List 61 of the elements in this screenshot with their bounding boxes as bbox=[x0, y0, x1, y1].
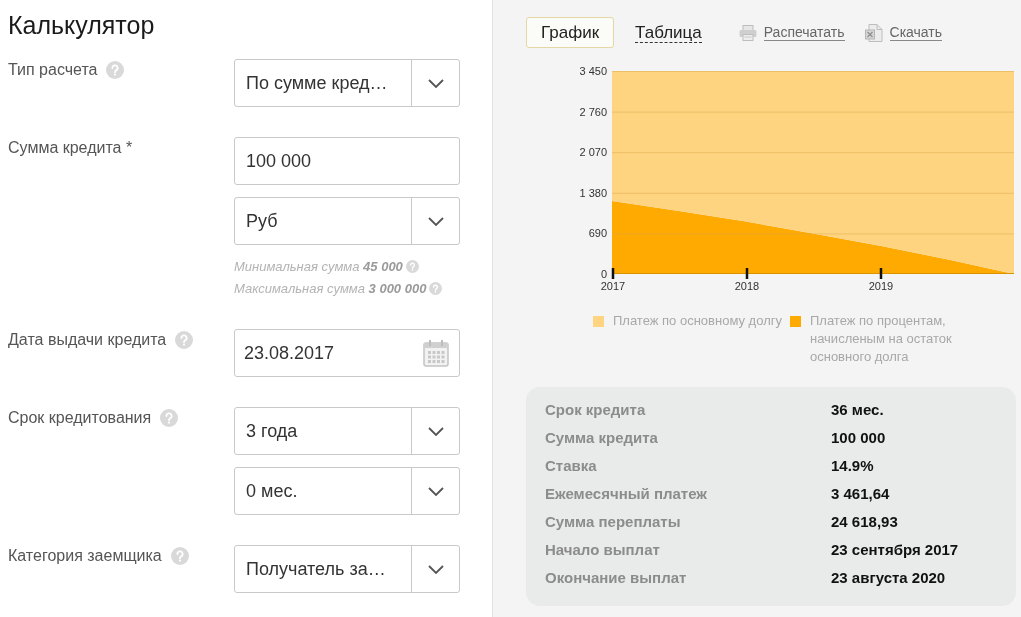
summary-label: Окончание выплат bbox=[545, 568, 688, 588]
axis-label: 690 bbox=[588, 227, 607, 240]
print-link[interactable]: Распечатать bbox=[738, 24, 845, 41]
legend-label: Платеж по основному долгу bbox=[613, 312, 782, 330]
input-field[interactable]: 100 000 bbox=[234, 137, 460, 185]
summary-label: Ежемесячный платеж bbox=[545, 484, 708, 504]
summary-label: Начало выплат bbox=[545, 540, 661, 560]
axis-label: 1 380 bbox=[579, 186, 607, 199]
dropdown[interactable]: Руб bbox=[234, 197, 460, 245]
summary-value: 24 618,93 bbox=[831, 512, 899, 532]
axis-label: 2018 bbox=[734, 280, 760, 292]
dropdown[interactable]: 3 года bbox=[234, 407, 460, 455]
tick-mark bbox=[611, 268, 615, 279]
hint-text: Максимальная сумма 3 000 000 bbox=[234, 280, 427, 296]
axis-label: 2017 bbox=[600, 280, 626, 292]
summary-value: 14.9% bbox=[831, 456, 875, 476]
help-icon[interactable] bbox=[106, 61, 125, 79]
summary-label: Сумма кредита bbox=[545, 428, 659, 448]
help-icon[interactable] bbox=[175, 331, 194, 349]
chevron-icon bbox=[427, 426, 444, 436]
help-icon[interactable] bbox=[170, 547, 189, 565]
axis-label: 2 070 bbox=[579, 146, 607, 159]
tab[interactable]: График bbox=[526, 17, 615, 48]
chevron-icon bbox=[427, 564, 444, 574]
summary-value: 23 сентября 2017 bbox=[831, 540, 960, 560]
chevron-icon bbox=[427, 78, 444, 88]
dropdown[interactable]: Получатель за… bbox=[234, 545, 460, 593]
field-label: Категория заемщика bbox=[8, 546, 162, 566]
dropdown[interactable]: 0 мес. bbox=[234, 467, 460, 515]
axis-label: 0 bbox=[600, 268, 607, 280]
summary-label: Ставка bbox=[545, 456, 598, 476]
summary-label: Срок кредита bbox=[545, 400, 647, 420]
field-label: Сумма кредита * bbox=[8, 138, 133, 158]
dropdown[interactable]: По сумме кред… bbox=[234, 59, 460, 107]
field-label: Срок кредитования bbox=[8, 408, 152, 428]
field-label: Дата выдачи кредита bbox=[8, 330, 167, 350]
summary-value: 23 августа 2020 bbox=[831, 568, 947, 588]
help-icon[interactable] bbox=[429, 281, 443, 295]
calendar-icon[interactable] bbox=[423, 339, 449, 367]
legend-label: Платеж по процентам, начисленым на остаток основного долга bbox=[809, 312, 953, 366]
chevron-icon bbox=[427, 486, 444, 496]
help-icon[interactable] bbox=[160, 409, 179, 427]
summary-value: 36 мес. bbox=[831, 400, 885, 420]
tick-mark bbox=[879, 268, 883, 279]
axis-label: 2 760 bbox=[579, 105, 607, 118]
field-label: Тип расчета bbox=[8, 60, 98, 80]
date-field[interactable]: 23.08.2017 bbox=[234, 329, 460, 377]
help-icon[interactable] bbox=[405, 259, 419, 273]
tab[interactable]: Таблица bbox=[634, 17, 703, 48]
printer-icon bbox=[738, 24, 757, 41]
axis-label: 3 450 bbox=[579, 65, 607, 77]
document-icon bbox=[864, 23, 883, 42]
tick-mark bbox=[745, 268, 749, 279]
summary-label: Сумма переплаты bbox=[545, 512, 682, 532]
summary-value: 3 461,64 bbox=[831, 484, 891, 504]
download-link[interactable]: Скачать bbox=[864, 23, 943, 42]
page-title: Калькулятор bbox=[8, 10, 155, 40]
axis-label: 2019 bbox=[868, 280, 894, 292]
summary-value: 100 000 bbox=[831, 428, 887, 448]
chevron-icon bbox=[427, 216, 444, 226]
hint-text: Минимальная сумма 45 000 bbox=[234, 258, 403, 274]
